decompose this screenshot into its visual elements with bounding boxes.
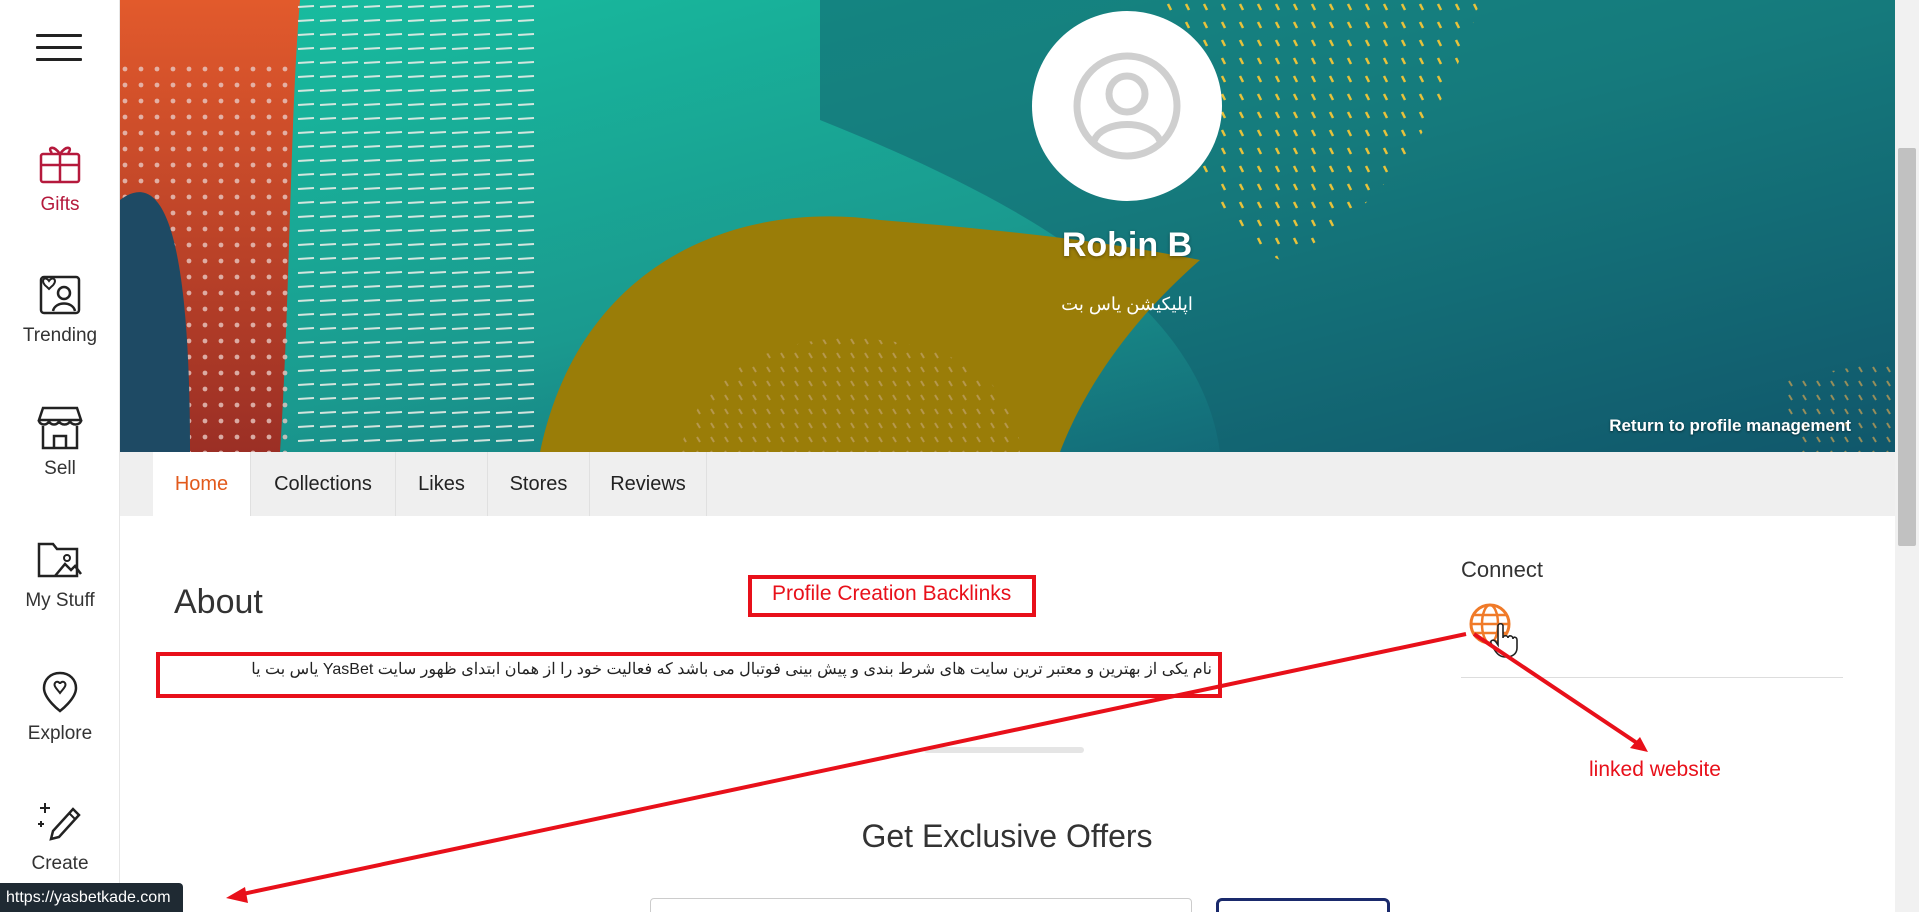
scrollbar-thumb[interactable] <box>1898 148 1916 546</box>
page-scrollbar[interactable] <box>1895 0 1919 912</box>
exclusive-offers-heading: Get Exclusive Offers <box>861 818 1153 854</box>
signup-button[interactable] <box>1216 898 1390 912</box>
page: Gifts Trending Sell My Stuff Explore Cre… <box>0 0 1919 912</box>
annotation-arrows <box>226 632 1648 903</box>
email-input[interactable] <box>650 898 1192 912</box>
status-bar-url: https://yasbetkade.com <box>0 883 183 912</box>
